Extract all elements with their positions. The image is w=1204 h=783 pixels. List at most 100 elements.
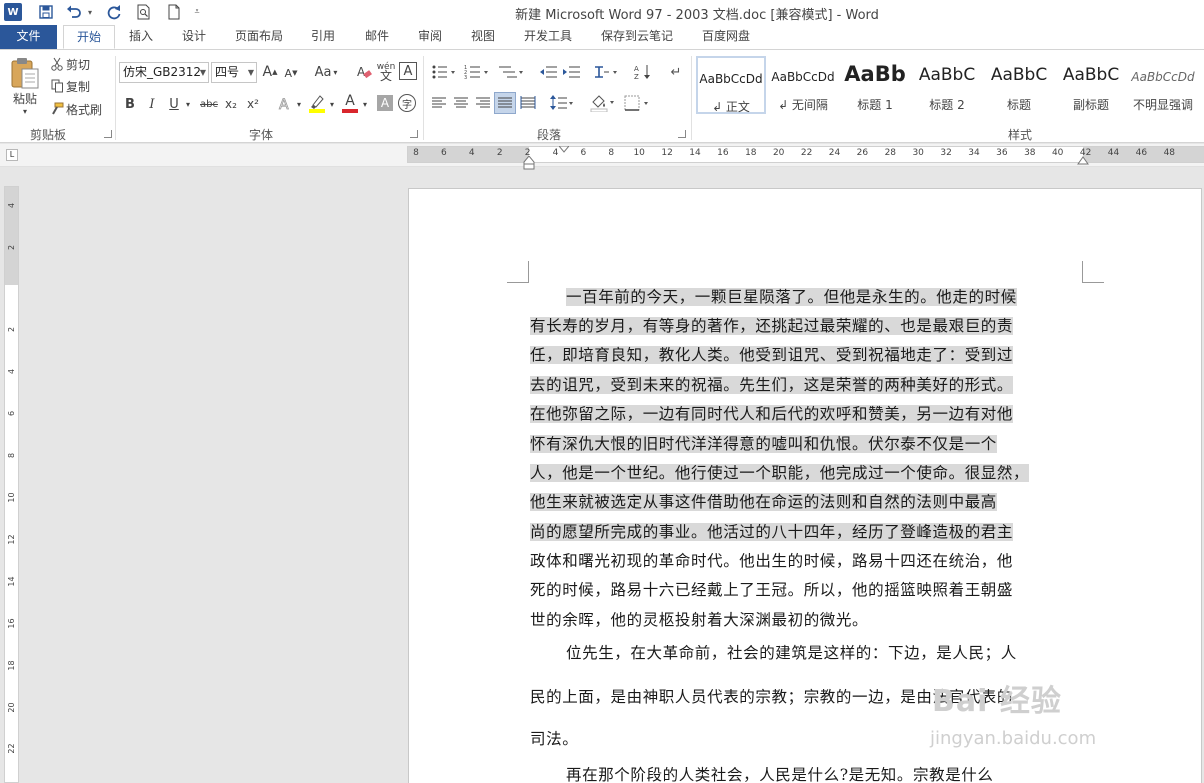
strikethrough-button[interactable]: abc — [198, 94, 220, 114]
selected-text: 人，他是一个世纪。他行使过一个职能，他完成过一个使命。很显然， — [530, 464, 1030, 482]
text-effects-icon[interactable]: A — [276, 94, 294, 114]
svg-text:A: A — [634, 65, 639, 73]
tab-developer[interactable]: 开发工具 — [516, 25, 580, 49]
highlight-dropdown-icon[interactable]: ▾ — [328, 94, 336, 114]
paste-dropdown-icon[interactable]: ▾ — [20, 106, 30, 116]
horizontal-ruler[interactable]: 8 6 4 2 2 4 6 8 10 12 14 16 18 20 22 24 26 28 30 32 34 36 38 40… — [407, 146, 1204, 170]
bold-button[interactable]: B — [122, 94, 138, 114]
watermark-logo-text: Bai 经验 — [932, 684, 1062, 719]
tab-baidu-netdisk[interactable]: 百度网盘 — [694, 25, 758, 49]
underline-dropdown-icon[interactable]: ▾ — [183, 94, 193, 114]
style-heading-1[interactable]: AaBb 标题 1 — [840, 56, 910, 114]
sort-icon[interactable]: AZ — [633, 62, 653, 82]
align-center-icon[interactable] — [452, 94, 470, 112]
grow-font-button[interactable]: A ▲ — [262, 62, 278, 82]
style-sample: AaBbCcDd — [771, 70, 835, 84]
format-painter-icon — [50, 101, 64, 117]
cut-button[interactable]: 剪切 — [66, 56, 96, 72]
ruler-tick-label: 48 — [1163, 148, 1176, 158]
show-formatting-marks-icon[interactable]: ↵ — [668, 62, 684, 82]
underline-button[interactable]: U — [166, 94, 182, 114]
paragraph-group-label: 段落 — [537, 128, 562, 142]
font-size-value: 四号 — [215, 65, 240, 79]
ruler-tick-label: 36 — [996, 148, 1008, 158]
align-right-icon[interactable] — [474, 94, 492, 112]
copy-button[interactable]: 复制 — [66, 78, 96, 94]
clear-formatting-icon[interactable]: A — [355, 62, 373, 82]
phonetic-guide-button[interactable]: wén 文 — [375, 60, 397, 84]
bullets-icon[interactable] — [430, 62, 458, 82]
svg-text:3: 3 — [464, 75, 467, 80]
tab-mailings[interactable]: 邮件 — [355, 25, 399, 49]
character-shading-icon[interactable]: A — [377, 95, 393, 111]
paragraph-launcher-icon[interactable] — [678, 130, 686, 138]
hanging-indent-marker-icon[interactable] — [523, 156, 535, 170]
tab-view[interactable]: 视图 — [461, 25, 505, 49]
font-launcher-icon[interactable] — [410, 130, 418, 138]
enclose-characters-icon[interactable]: 字 — [398, 94, 416, 112]
font-name-select[interactable]: 仿宋_GB2312 ▼ — [119, 62, 209, 83]
justify-icon[interactable] — [494, 92, 516, 114]
selected-text: 在他弥留之际，一边有同时代人和后代的欢呼和赞美，另一边有对他 — [530, 405, 1014, 423]
font-color-button[interactable]: A — [340, 92, 360, 114]
tab-references[interactable]: 引用 — [301, 25, 345, 49]
shrink-font-button[interactable]: A ▼ — [283, 64, 299, 82]
distributed-icon[interactable] — [519, 94, 537, 112]
paste-button[interactable]: 粘贴 — [8, 90, 42, 106]
text-line: 世的余晖，他的灵柩投射着大深渊最初的微光。 — [530, 611, 869, 629]
line-spacing-icon[interactable] — [548, 94, 576, 112]
ruler-tick-label: 26 — [856, 148, 869, 158]
ruler-tick-label: 2 — [7, 244, 16, 251]
vertical-ruler[interactable]: 4 2 2 4 6 8 10 12 14 16 18 20 22 — [4, 186, 19, 783]
character-border-icon[interactable]: A — [399, 62, 417, 80]
paste-icon[interactable] — [8, 56, 42, 90]
tab-page-layout[interactable]: 页面布局 — [228, 25, 290, 49]
superscript-button[interactable]: x² — [244, 94, 262, 114]
text-effects-dropdown-icon[interactable]: ▾ — [295, 94, 303, 114]
numbering-icon[interactable]: 123 — [463, 62, 491, 82]
tab-save-to-cloud-note[interactable]: 保存到云笔记 — [594, 25, 680, 49]
style-normal[interactable]: AaBbCcDd ↲ 正文 — [696, 56, 766, 114]
tab-home[interactable]: 开始 — [63, 25, 115, 49]
tab-file[interactable]: 文件 — [0, 25, 57, 49]
selected-text: 一百年前的今天，一颗巨星陨落了。但他是永生的。他走的时候 — [566, 288, 1017, 306]
style-name: ↲ 正文 — [712, 100, 750, 114]
highlight-color-icon[interactable] — [307, 92, 327, 114]
ruler-tick-label: 20 — [772, 148, 785, 158]
font-size-select[interactable]: 四号 ▼ — [211, 62, 257, 83]
format-painter-button[interactable]: 格式刷 — [66, 101, 108, 117]
shading-icon[interactable] — [590, 92, 616, 114]
font-color-dropdown-icon[interactable]: ▾ — [361, 94, 369, 114]
style-subtitle[interactable]: AaBbC 副标题 — [1056, 56, 1126, 114]
ruler-tick-label: 32 — [940, 148, 952, 158]
clipboard-launcher-icon[interactable] — [104, 130, 112, 138]
right-indent-marker-icon[interactable] — [1077, 155, 1089, 165]
style-heading-2[interactable]: AaBbC 标题 2 — [912, 56, 982, 114]
change-case-button[interactable]: Aa ▾ — [312, 62, 340, 82]
ruler-tick-label: 28 — [884, 148, 897, 158]
multilevel-list-icon[interactable] — [496, 62, 526, 82]
selected-text: 有长寿的岁月，有等身的著作，还挑起过最荣耀的、也是最艰巨的责 — [530, 317, 1014, 335]
style-title[interactable]: AaBbC 标题 — [984, 56, 1054, 114]
chinese-layout-icon[interactable] — [592, 62, 622, 82]
tab-selector[interactable]: L — [6, 149, 18, 161]
style-no-spacing[interactable]: AaBbCcDd ↲ 无间隔 — [768, 56, 838, 114]
grow-font-icon: A — [262, 64, 273, 80]
style-subtle-emphasis[interactable]: AaBbCcDd 不明显强调 — [1128, 56, 1198, 114]
copy-icon — [50, 78, 64, 94]
subscript-button[interactable]: x₂ — [222, 94, 240, 114]
shrink-font-icon: A — [284, 66, 293, 80]
tab-review[interactable]: 审阅 — [408, 25, 452, 49]
font-color-icon: A — [345, 92, 355, 109]
borders-icon[interactable] — [623, 94, 651, 112]
italic-button[interactable]: I — [144, 94, 160, 114]
increase-indent-icon[interactable] — [562, 62, 582, 82]
align-left-icon[interactable] — [430, 94, 448, 112]
first-line-indent-marker-icon[interactable] — [559, 146, 569, 153]
style-name: 标题 2 — [929, 98, 965, 112]
decrease-indent-icon[interactable] — [539, 62, 559, 82]
ruler-tick-label: 40 — [1051, 148, 1064, 158]
ruler-tick-label: 22 — [800, 148, 813, 158]
tab-design[interactable]: 设计 — [172, 25, 216, 49]
tab-insert[interactable]: 插入 — [120, 25, 162, 49]
